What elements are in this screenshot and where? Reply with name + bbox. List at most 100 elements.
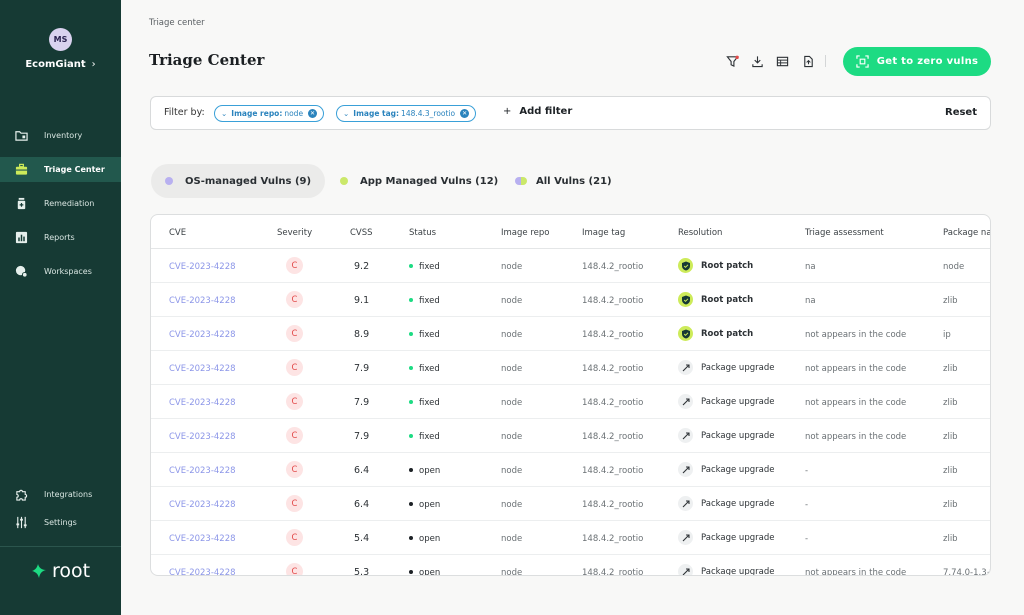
cve-link[interactable]: CVE-2023-4228 — [169, 534, 236, 544]
org-switcher[interactable]: EcomGiant › — [0, 59, 121, 70]
cve-link[interactable]: CVE-2023-4228 — [169, 568, 236, 575]
remove-filter-icon[interactable]: ✕ — [308, 109, 318, 118]
sidebar-item-label: Inventory — [44, 131, 83, 140]
column-header-cve[interactable]: CVE — [169, 228, 186, 238]
cve-link[interactable]: CVE-2023-4228 — [169, 262, 236, 272]
severity-badge: C — [286, 325, 303, 342]
image-tag: 148.4.2_rootio — [582, 534, 644, 544]
logo-text: root — [52, 560, 91, 582]
cve-link[interactable]: CVE-2023-4228 — [169, 296, 236, 306]
triage-assessment: na — [805, 262, 816, 272]
column-header-status[interactable]: Status — [409, 228, 436, 238]
resolution-cell: Package upgrade — [678, 462, 774, 477]
column-header-package-name[interactable]: Package na — [943, 228, 990, 238]
image-repo: node — [501, 568, 523, 576]
tab-app-managed-vulns[interactable]: App Managed Vulns (12) — [326, 164, 512, 198]
resolution-cell: Package upgrade — [678, 530, 774, 545]
sidebar-item-reports[interactable]: Reports — [0, 225, 121, 250]
severity-badge: C — [286, 393, 303, 410]
table-row[interactable]: CVE-2023-4228 C 5.4 open node 148.4.2_rootio P… — [151, 521, 990, 555]
package-name: ip — [943, 330, 951, 340]
tab-all-vulns[interactable]: All Vulns (21) — [501, 164, 626, 198]
cvss-score: 8.9 — [354, 329, 370, 340]
cve-link[interactable]: CVE-2023-4228 — [169, 500, 236, 510]
sidebar-item-label: Triage Center — [44, 165, 105, 174]
triage-assessment: - — [805, 534, 809, 544]
column-header-image-repo[interactable]: Image repo — [501, 228, 549, 238]
table-row[interactable]: CVE-2023-4228 C 8.9 fixed node 148.4.2_rootio… — [151, 317, 990, 351]
breadcrumb[interactable]: Triage center — [149, 18, 205, 28]
column-header-image-tag[interactable]: Image tag — [582, 228, 625, 238]
tab-os-managed-vulns[interactable]: OS-managed Vulns (9) — [151, 164, 326, 198]
column-header-resolution[interactable]: Resolution — [678, 228, 722, 238]
image-repo: node — [501, 534, 523, 544]
resolution-cell: Package upgrade — [678, 360, 774, 375]
column-header-severity[interactable]: Severity — [277, 228, 312, 238]
image-tag: 148.4.2_rootio — [582, 296, 644, 306]
status-dot-icon — [409, 331, 413, 336]
table-row[interactable]: CVE-2023-4228 C 6.4 open node 148.4.2_rootio P… — [151, 453, 990, 487]
cvss-score: 5.4 — [354, 533, 370, 544]
triage-assessment: na — [805, 296, 816, 306]
table-row[interactable]: CVE-2023-4228 C 5.3 open node 148.4.2_rootio P… — [151, 555, 990, 576]
filter-icon[interactable] — [724, 53, 740, 69]
avatar[interactable]: MS — [49, 28, 72, 51]
triage-assessment: not appears in the code — [805, 568, 907, 576]
sidebar-item-integrations[interactable]: Integrations — [0, 482, 121, 507]
package-name: zlib — [943, 398, 958, 408]
table-row[interactable]: CVE-2023-4228 C 9.2 fixed node 148.4.2_rootio… — [151, 249, 990, 283]
status-dot-icon — [409, 569, 413, 574]
file-export-icon[interactable] — [800, 53, 816, 69]
status-cell: fixed — [409, 330, 440, 340]
triage-assessment: - — [805, 500, 809, 510]
sidebar-item-remediation[interactable]: Remediation — [0, 191, 121, 216]
download-icon[interactable] — [749, 53, 765, 69]
status-cell: fixed — [409, 296, 440, 306]
image-repo: node — [501, 466, 523, 476]
reset-button[interactable]: Reset — [945, 107, 977, 118]
vulns-table: CVE Severity CVSS Status Image repo Imag… — [150, 214, 991, 576]
severity-badge: C — [286, 257, 303, 274]
chip-value: node — [284, 109, 304, 118]
sidebar-item-triage-center[interactable]: Triage Center — [0, 157, 121, 182]
divider — [0, 546, 121, 547]
table-row[interactable]: CVE-2023-4228 C 9.1 fixed node 148.4.2_rootio… — [151, 283, 990, 317]
resolution-text: Package upgrade — [701, 396, 775, 407]
table-row[interactable]: CVE-2023-4228 C 7.9 fixed node 148.4.2_rootio… — [151, 385, 990, 419]
cve-link[interactable]: CVE-2023-4228 — [169, 364, 236, 374]
folder-icon — [14, 129, 28, 143]
cve-link[interactable]: CVE-2023-4228 — [169, 432, 236, 442]
status-cell: open — [409, 534, 440, 544]
cvss-score: 7.9 — [354, 431, 370, 442]
add-filter-button[interactable]: + Add filter — [503, 106, 572, 117]
sidebar-item-settings[interactable]: Settings — [0, 510, 121, 535]
triage-assessment: not appears in the code — [805, 364, 907, 374]
cve-link[interactable]: CVE-2023-4228 — [169, 330, 236, 340]
status-text: fixed — [419, 364, 440, 374]
status-text: open — [419, 534, 441, 544]
resolution-text: Package upgrade — [701, 362, 775, 373]
cve-link[interactable]: CVE-2023-4228 — [169, 466, 236, 476]
image-repo: node — [501, 330, 523, 340]
filter-chip-image-tag[interactable]: ⌄ Image tag: 148.4.3_rootio ✕ — [336, 105, 477, 122]
cve-link[interactable]: CVE-2023-4228 — [169, 398, 236, 408]
table-view-icon[interactable] — [774, 53, 790, 69]
column-header-cvss[interactable]: CVSS — [350, 228, 373, 238]
sidebar-item-inventory[interactable]: Inventory — [0, 123, 121, 148]
column-header-triage-assessment[interactable]: Triage assessment — [805, 228, 884, 238]
status-cell: open — [409, 466, 440, 476]
remove-filter-icon[interactable]: ✕ — [460, 109, 470, 118]
table-row[interactable]: CVE-2023-4228 C 7.9 fixed node 148.4.2_rootio… — [151, 351, 990, 385]
resolution-cell: Root patch — [678, 326, 753, 341]
all-vulns-dot-icon — [515, 177, 527, 185]
get-to-zero-vulns-button[interactable]: Get to zero vulns — [843, 47, 991, 76]
status-cell: fixed — [409, 398, 440, 408]
image-repo: node — [501, 364, 523, 374]
severity-badge: C — [286, 427, 303, 444]
table-row[interactable]: CVE-2023-4228 C 6.4 open node 148.4.2_rootio P… — [151, 487, 990, 521]
root-logo[interactable]: root — [30, 560, 90, 582]
table-row[interactable]: CVE-2023-4228 C 7.9 fixed node 148.4.2_rootio… — [151, 419, 990, 453]
package-name: node — [943, 262, 965, 272]
filter-chip-image-repo[interactable]: ⌄ Image repo: node ✕ — [214, 105, 325, 122]
sidebar-item-workspaces[interactable]: Workspaces — [0, 259, 121, 284]
